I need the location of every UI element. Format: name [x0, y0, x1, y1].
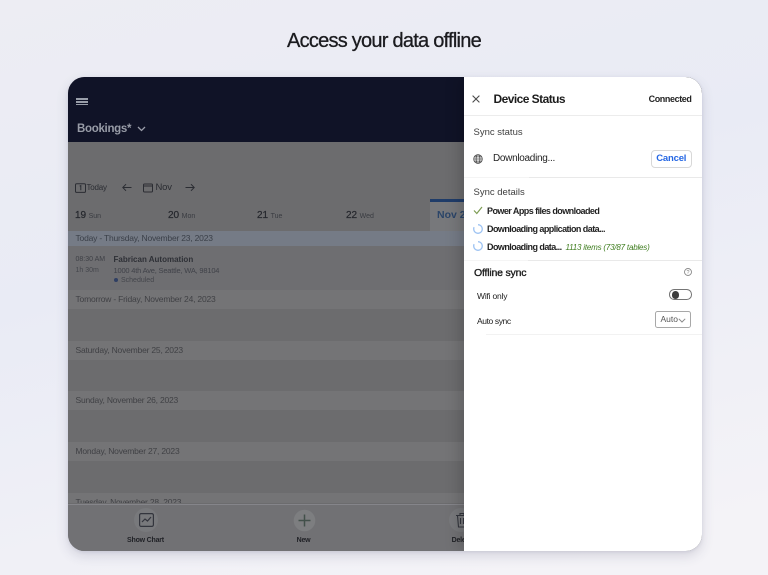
svg-text:?: ? — [686, 270, 689, 276]
